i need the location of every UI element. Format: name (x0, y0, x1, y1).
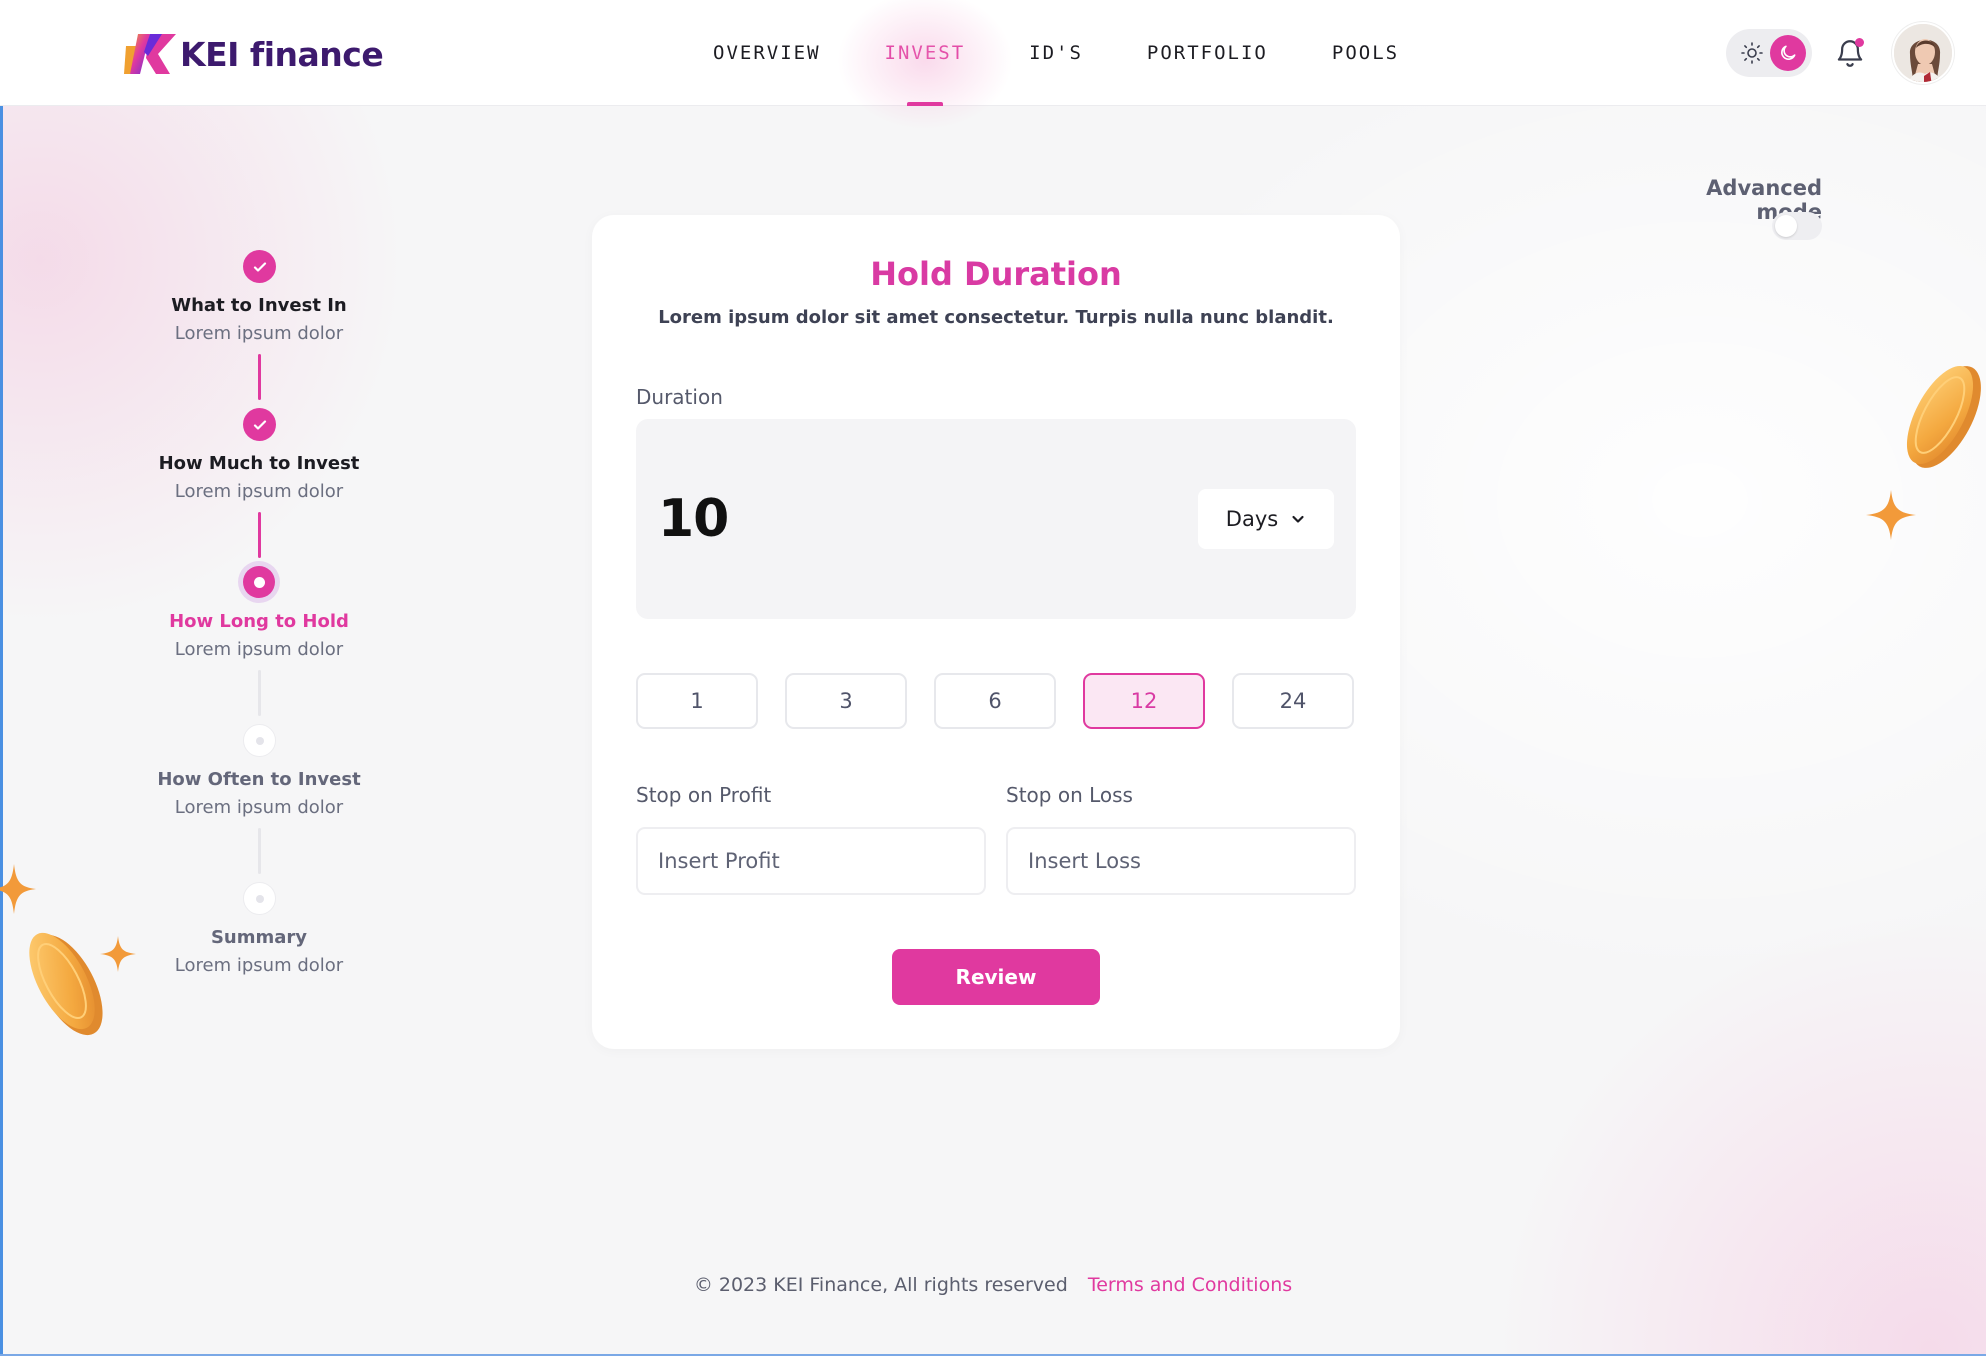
step-title: How Much to Invest (158, 453, 360, 474)
step-complete-icon (243, 250, 276, 283)
preset-button-24[interactable]: 24 (1232, 673, 1354, 729)
step-pending-icon (243, 724, 276, 757)
notifications-button[interactable] (1834, 36, 1866, 70)
kei-logo-icon (124, 34, 176, 74)
brand-name: KEI finance (180, 34, 384, 74)
step-title: What to Invest In (171, 295, 347, 316)
duration-presets: 1 3 6 12 24 (636, 673, 1356, 729)
nav-overview[interactable]: OVERVIEW (713, 0, 821, 106)
advanced-mode-toggle[interactable] (1772, 212, 1822, 240)
footer: © 2023 KEI Finance, All rights reserved T… (0, 1274, 1986, 1296)
duration-value[interactable]: 10 (658, 489, 729, 549)
dark-mode-active (1770, 35, 1806, 71)
duration-field[interactable]: 10 Days (636, 419, 1356, 619)
user-avatar[interactable] (1892, 22, 1954, 84)
moon-icon (1781, 45, 1796, 60)
chevron-down-icon (1292, 515, 1304, 523)
step-title: How Long to Hold (169, 611, 349, 632)
stop-profit-label: Stop on Profit (636, 783, 772, 807)
stop-loss-input[interactable] (1006, 827, 1356, 895)
step-subtitle: Lorem ipsum dolor (174, 639, 344, 660)
theme-toggle[interactable] (1726, 29, 1812, 77)
step-pending-icon (243, 882, 276, 915)
step-connector (258, 828, 261, 874)
notification-badge (1855, 38, 1864, 47)
duration-unit-value: Days (1225, 507, 1279, 531)
copyright-text: © 2023 KEI Finance, All rights reserved (693, 1274, 1068, 1296)
coin-decoration-right (1906, 366, 1981, 468)
terms-link[interactable]: Terms and Conditions (1088, 1274, 1292, 1296)
preset-button-1[interactable]: 1 (636, 673, 758, 729)
step-subtitle: Lorem ipsum dolor (174, 955, 344, 976)
nav-ids[interactable]: ID'S (1029, 0, 1083, 106)
step-subtitle: Lorem ipsum dolor (174, 481, 344, 502)
brand-logo[interactable]: KEI finance (124, 30, 384, 78)
preset-button-12[interactable]: 12 (1083, 673, 1205, 729)
hold-duration-card: Hold Duration Lorem ipsum dolor sit amet… (592, 215, 1400, 1049)
preset-button-6[interactable]: 6 (934, 673, 1056, 729)
main-nav: OVERVIEW INVEST ID'S PORTFOLIO POOLS (713, 0, 1463, 106)
nav-pools[interactable]: POOLS (1332, 0, 1399, 106)
stop-profit-input[interactable] (636, 827, 986, 895)
check-icon (253, 419, 266, 430)
step-current-icon (243, 566, 275, 598)
sun-icon (1741, 42, 1763, 64)
card-description: Lorem ipsum dolor sit amet consectetur. … (658, 307, 1334, 328)
preset-button-3[interactable]: 3 (785, 673, 907, 729)
window-edge (0, 0, 3, 1356)
step-connector (258, 354, 261, 400)
step-title: Summary (210, 927, 308, 948)
step-complete-icon (243, 408, 276, 441)
review-button[interactable]: Review (892, 949, 1100, 1005)
nav-invest[interactable]: INVEST (885, 0, 966, 106)
step-subtitle: Lorem ipsum dolor (174, 323, 344, 344)
sparkle-decoration-left-large (0, 864, 36, 914)
nav-portfolio[interactable]: PORTFOLIO (1147, 0, 1268, 106)
sparkle-decoration-right (1866, 490, 1916, 540)
card-title: Hold Duration (870, 255, 1122, 293)
step-connector (258, 670, 261, 716)
step-subtitle: Lorem ipsum dolor (174, 797, 344, 818)
avatar-image (1894, 24, 1952, 82)
step-title: How Often to Invest (157, 769, 361, 790)
stop-loss-label: Stop on Loss (1006, 783, 1133, 807)
check-icon (253, 261, 266, 272)
top-header: KEI finance OVERVIEW INVEST ID'S PORTFOL… (0, 0, 1986, 106)
step-connector (258, 512, 261, 558)
duration-unit-select[interactable]: Days (1198, 489, 1334, 549)
coin-decoration-left (29, 932, 103, 1036)
duration-label: Duration (636, 385, 723, 409)
